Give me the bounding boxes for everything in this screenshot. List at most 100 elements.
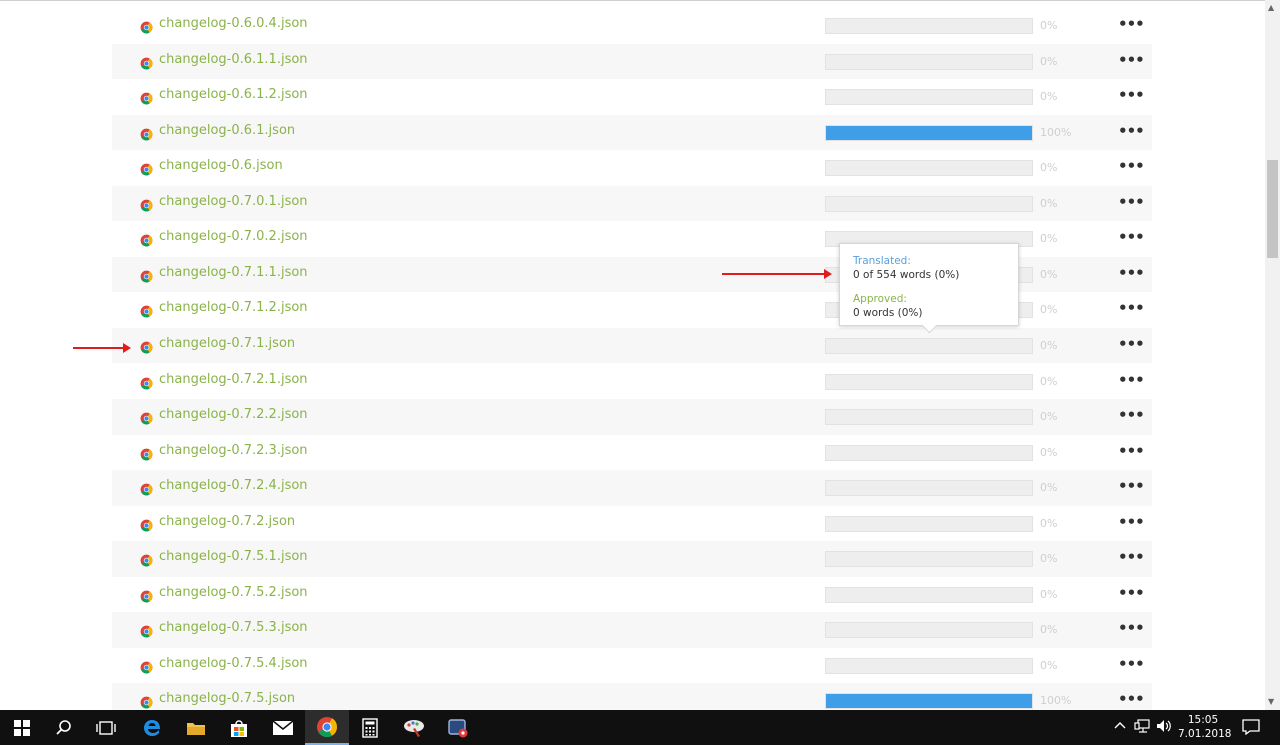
translation-progress-bar[interactable] — [825, 693, 1033, 710]
paint-icon[interactable] — [392, 710, 436, 745]
more-options-icon[interactable]: ••• — [1118, 476, 1145, 496]
file-name-link[interactable]: changelog-0.7.5.3.json — [159, 620, 308, 635]
translation-progress-bar[interactable] — [825, 89, 1033, 106]
more-options-icon[interactable]: ••• — [1118, 14, 1145, 34]
more-options-icon[interactable]: ••• — [1118, 192, 1145, 212]
translation-progress-bar[interactable] — [825, 622, 1033, 639]
more-options-icon[interactable]: ••• — [1118, 370, 1145, 390]
scrollbar-thumb[interactable] — [1267, 160, 1278, 258]
tooltip-translated-label: Translated: — [853, 255, 911, 267]
task-view-icon[interactable] — [84, 710, 128, 745]
chrome-file-icon — [140, 552, 153, 567]
tray-chevron-up-icon[interactable] — [1114, 719, 1126, 733]
network-icon[interactable] — [1134, 719, 1150, 736]
action-center-icon[interactable] — [1242, 719, 1260, 738]
file-name-link[interactable]: changelog-0.6.0.4.json — [159, 16, 308, 31]
file-name-link[interactable]: changelog-0.7.5.4.json — [159, 656, 308, 671]
file-name-link[interactable]: changelog-0.6.json — [159, 158, 283, 173]
translation-progress-bar[interactable] — [825, 337, 1033, 354]
file-name-link[interactable]: changelog-0.6.1.1.json — [159, 52, 308, 67]
translation-progress-bar[interactable] — [825, 657, 1033, 674]
progress-percent: 100% — [1040, 694, 1072, 708]
chrome-icon[interactable] — [305, 710, 349, 745]
more-options-icon[interactable]: ••• — [1118, 583, 1145, 603]
snipping-tool-icon[interactable] — [436, 710, 480, 745]
translation-progress-bar[interactable] — [825, 444, 1033, 461]
more-options-icon[interactable]: ••• — [1118, 156, 1145, 176]
file-name-link[interactable]: changelog-0.7.0.1.json — [159, 194, 308, 209]
file-name-link[interactable]: changelog-0.7.5.1.json — [159, 549, 308, 564]
more-options-icon[interactable]: ••• — [1118, 121, 1145, 141]
store-icon[interactable] — [217, 710, 261, 745]
windows-taskbar: 15:05 7.01.2018 — [0, 710, 1280, 745]
table-row: changelog-0.6.json 0% ••• — [112, 150, 1152, 186]
more-options-icon[interactable]: ••• — [1118, 512, 1145, 532]
file-name-link[interactable]: changelog-0.7.2.2.json — [159, 407, 308, 422]
file-name-link[interactable]: changelog-0.7.2.json — [159, 514, 295, 529]
file-name-link[interactable]: changelog-0.7.0.2.json — [159, 229, 308, 244]
more-options-icon[interactable]: ••• — [1118, 405, 1145, 425]
more-options-icon[interactable]: ••• — [1118, 227, 1145, 247]
translation-progress-bar[interactable] — [825, 515, 1033, 532]
more-options-icon[interactable]: ••• — [1118, 85, 1145, 105]
scroll-down-icon[interactable]: ▼ — [1268, 697, 1274, 706]
file-name-link[interactable]: changelog-0.7.2.4.json — [159, 478, 308, 493]
windows-start-icon[interactable] — [0, 710, 44, 745]
more-options-icon[interactable]: ••• — [1118, 689, 1145, 709]
file-name-link[interactable]: changelog-0.7.1.2.json — [159, 300, 308, 315]
chrome-file-icon — [140, 161, 153, 176]
more-options-icon[interactable]: ••• — [1118, 263, 1145, 283]
file-name-link[interactable]: changelog-0.7.5.2.json — [159, 585, 308, 600]
chrome-file-icon — [140, 623, 153, 638]
file-name-link[interactable]: changelog-0.7.1.json — [159, 336, 295, 351]
vertical-scrollbar[interactable]: ▲ ▼ — [1265, 0, 1280, 710]
translation-progress-bar[interactable] — [825, 409, 1033, 426]
scroll-up-icon[interactable]: ▲ — [1268, 3, 1274, 12]
translation-progress-bar[interactable] — [825, 160, 1033, 177]
more-options-icon[interactable]: ••• — [1118, 334, 1145, 354]
search-icon[interactable] — [42, 710, 86, 745]
translation-progress-bar[interactable] — [825, 195, 1033, 212]
translation-progress-bar[interactable] — [825, 551, 1033, 568]
more-options-icon[interactable]: ••• — [1118, 50, 1145, 70]
table-row: changelog-0.6.0.4.json 0% ••• — [112, 8, 1152, 44]
tooltip-translated-value: 0 of 554 words (0%) — [853, 269, 960, 281]
chrome-file-icon — [140, 375, 153, 389]
translation-progress-bar[interactable] — [825, 373, 1033, 390]
chrome-file-icon — [140, 588, 153, 603]
calculator-icon[interactable] — [348, 710, 392, 745]
more-options-icon[interactable]: ••• — [1118, 298, 1145, 318]
mail-icon[interactable] — [261, 710, 305, 745]
taskbar-clock[interactable]: 15:05 7.01.2018 — [1178, 713, 1231, 741]
file-name-link[interactable]: changelog-0.7.5.json — [159, 691, 295, 706]
more-options-icon[interactable]: ••• — [1118, 618, 1145, 638]
chrome-file-icon — [140, 268, 153, 283]
table-row: changelog-0.6.1.2.json 0% ••• — [112, 79, 1152, 115]
translation-progress-bar[interactable] — [825, 124, 1033, 141]
progress-fill — [826, 125, 1032, 140]
translation-progress-bar[interactable] — [825, 53, 1033, 70]
translation-progress-bar[interactable] — [825, 586, 1033, 603]
file-name-link[interactable]: changelog-0.7.2.1.json — [159, 372, 308, 387]
progress-percent: 0% — [1040, 623, 1058, 637]
edge-icon[interactable] — [130, 710, 174, 745]
translation-progress-bar[interactable] — [825, 18, 1033, 34]
progress-percent: 0% — [1040, 161, 1058, 175]
translation-progress-bar[interactable] — [825, 480, 1033, 497]
file-name-link[interactable]: changelog-0.7.2.3.json — [159, 443, 308, 458]
file-name-link[interactable]: changelog-0.6.1.2.json — [159, 87, 308, 102]
more-options-icon[interactable]: ••• — [1118, 547, 1145, 567]
file-name-link[interactable]: changelog-0.6.1.json — [159, 123, 295, 138]
chrome-file-icon — [140, 659, 153, 674]
more-options-icon[interactable]: ••• — [1118, 654, 1145, 674]
chrome-file-icon — [140, 232, 153, 247]
file-name-link[interactable]: changelog-0.7.1.1.json — [159, 265, 308, 280]
table-row: changelog-0.7.5.3.json 0% ••• — [112, 612, 1152, 648]
progress-percent: 0% — [1040, 445, 1058, 459]
file-explorer-icon[interactable] — [174, 710, 218, 745]
volume-icon[interactable] — [1156, 719, 1172, 736]
progress-percent: 0% — [1040, 54, 1058, 68]
more-options-icon[interactable]: ••• — [1118, 441, 1145, 461]
table-row: changelog-0.7.2.1.json 0% ••• — [112, 364, 1152, 400]
progress-percent: 0% — [1040, 196, 1058, 210]
